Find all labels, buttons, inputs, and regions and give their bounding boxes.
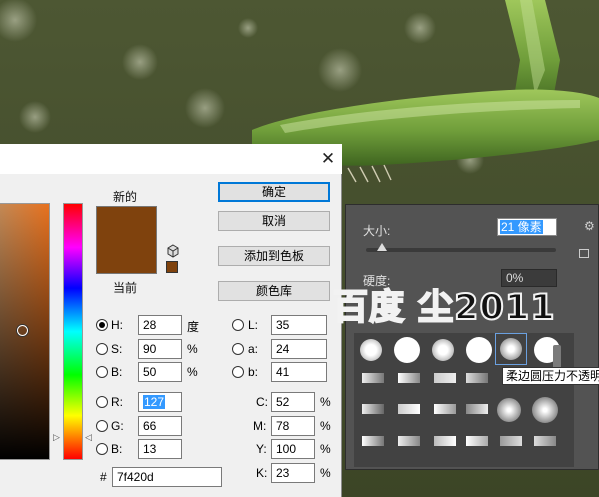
cancel-button[interactable]: 取消 <box>218 211 330 231</box>
radio-lab-b[interactable] <box>232 366 244 378</box>
brush-tip[interactable] <box>356 335 386 365</box>
watermark-text: 百度 尘2011 <box>332 287 556 329</box>
b-label: B: <box>111 365 123 379</box>
web-safe-color-swatch[interactable] <box>166 261 178 273</box>
b-input[interactable]: 50 <box>138 362 182 382</box>
brush-stroke[interactable] <box>398 404 420 414</box>
hex-input[interactable]: 7f420d <box>112 467 222 487</box>
brush-stroke[interactable] <box>434 436 456 446</box>
hardness-input[interactable]: 0% <box>501 269 557 287</box>
m-label: M: <box>253 419 267 433</box>
g-input[interactable]: 66 <box>138 416 182 436</box>
hex-label: # <box>100 470 107 484</box>
color-libraries-button[interactable]: 颜色库 <box>218 281 330 301</box>
radio-g[interactable] <box>96 420 108 432</box>
lab-b-input[interactable]: 41 <box>271 362 327 382</box>
h-unit: 度 <box>187 320 200 334</box>
c-label: C: <box>256 395 268 409</box>
brush-stroke[interactable] <box>362 436 384 446</box>
r-label: R: <box>111 395 123 409</box>
radio-blue[interactable] <box>96 443 108 455</box>
brush-stroke[interactable] <box>362 404 384 414</box>
radio-r[interactable] <box>96 396 108 408</box>
m-input[interactable]: 78 <box>271 416 315 436</box>
m-unit: % <box>320 419 331 433</box>
new-color-swatch <box>96 206 157 240</box>
radio-l[interactable] <box>232 319 244 331</box>
r-input[interactable]: 127 <box>138 392 182 412</box>
k-label: K: <box>256 466 268 480</box>
brush-stroke[interactable] <box>534 436 556 446</box>
size-input[interactable]: 21 像素 <box>497 218 557 236</box>
size-label: 大小: <box>363 224 391 238</box>
r-value-selected: 127 <box>143 395 166 409</box>
c-unit: % <box>320 395 331 409</box>
l-input[interactable]: 35 <box>271 315 327 335</box>
radio-s[interactable] <box>96 343 108 355</box>
web-safe-cube-icon[interactable] <box>166 244 180 258</box>
ok-button[interactable]: 确定 <box>218 182 330 202</box>
brush-stroke[interactable] <box>362 373 384 383</box>
radio-a[interactable] <box>232 343 244 355</box>
brush-tip[interactable] <box>530 395 560 425</box>
brush-tip-grid <box>354 333 574 467</box>
blue-input[interactable]: 13 <box>138 439 182 459</box>
new-preset-icon[interactable] <box>579 249 589 258</box>
hue-slider-right-arrow-icon[interactable]: ◁ <box>85 433 92 443</box>
h-label: H: <box>111 318 123 332</box>
a-label: a: <box>248 342 259 356</box>
brush-tip[interactable] <box>392 335 422 365</box>
y-unit: % <box>320 442 331 456</box>
lab-b-label: b: <box>248 365 259 379</box>
hue-slider-left-arrow-icon[interactable]: ▷ <box>53 433 60 443</box>
size-value: 21 像素 <box>500 220 543 234</box>
current-color-label: 当前 <box>113 281 138 295</box>
brush-tip-selected[interactable] <box>495 333 527 365</box>
radio-b[interactable] <box>96 366 108 378</box>
gear-icon[interactable]: ⚙ <box>584 219 595 233</box>
size-slider-track[interactable] <box>366 248 556 252</box>
brush-stroke[interactable] <box>466 404 488 414</box>
s-label: S: <box>111 342 123 356</box>
dialog-title-bar[interactable] <box>0 144 342 174</box>
brush-tip[interactable] <box>428 335 458 365</box>
s-unit: % <box>187 342 198 356</box>
h-input[interactable]: 28 <box>138 315 182 335</box>
close-icon[interactable]: ✕ <box>318 150 338 168</box>
y-label: Y: <box>256 442 267 456</box>
s-input[interactable]: 90 <box>138 339 182 359</box>
a-input[interactable]: 24 <box>271 339 327 359</box>
size-slider-thumb[interactable] <box>377 243 387 251</box>
brush-stroke[interactable] <box>434 373 456 383</box>
brush-stroke[interactable] <box>434 404 456 414</box>
color-field-marker[interactable] <box>17 325 28 336</box>
brush-stroke[interactable] <box>398 373 420 383</box>
blue-label: B: <box>111 442 123 456</box>
brush-stroke[interactable] <box>500 436 522 446</box>
brush-tip[interactable] <box>464 335 494 365</box>
brush-stroke[interactable] <box>466 436 488 446</box>
brush-stroke[interactable] <box>398 436 420 446</box>
hue-slider[interactable] <box>63 203 83 460</box>
b-unit: % <box>187 365 198 379</box>
k-input[interactable]: 23 <box>271 463 315 483</box>
brush-preset-panel: 大小: 21 像素 ⚙ 硬度: 0% <box>345 204 599 470</box>
k-unit: % <box>320 466 331 480</box>
brush-tooltip: 柔边圆压力不透明 <box>502 367 599 385</box>
add-to-swatches-button[interactable]: 添加到色板 <box>218 246 330 266</box>
radio-h[interactable] <box>96 319 108 331</box>
g-label: G: <box>111 419 124 433</box>
brush-stroke[interactable] <box>466 373 488 383</box>
l-label: L: <box>248 318 259 332</box>
y-input[interactable]: 100 <box>271 439 315 459</box>
c-input[interactable]: 52 <box>271 392 315 412</box>
new-color-label: 新的 <box>113 190 138 204</box>
current-color-swatch[interactable] <box>96 240 157 274</box>
hardness-label: 硬度: <box>363 274 391 288</box>
brush-tip[interactable] <box>494 395 524 425</box>
